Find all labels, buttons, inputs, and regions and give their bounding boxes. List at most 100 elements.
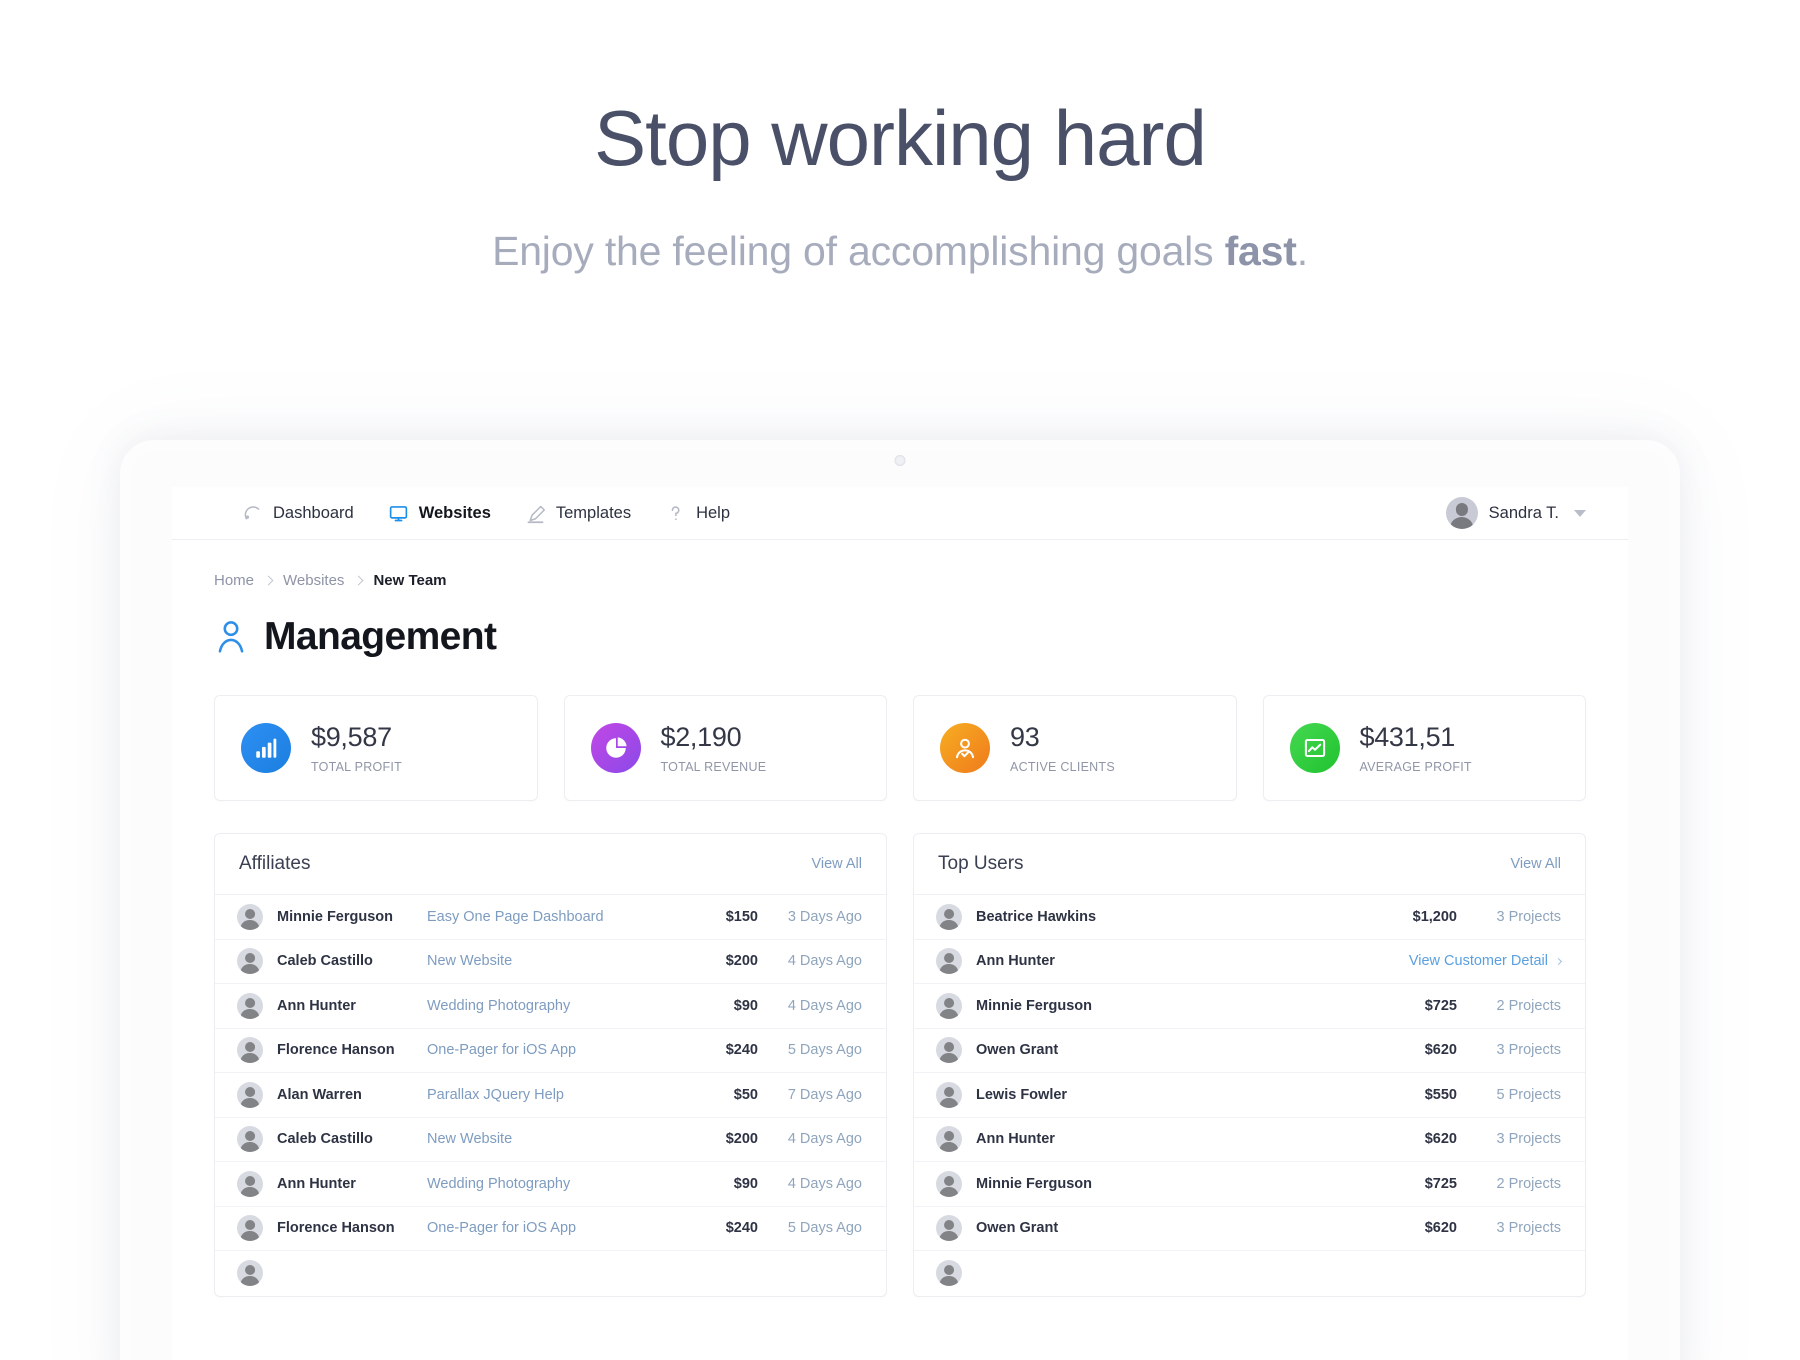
affiliate-project[interactable]: Parallax JQuery Help: [427, 1087, 694, 1103]
user-name: Beatrice Hawkins: [976, 908, 1097, 925]
stat-value: $431,51: [1359, 722, 1456, 752]
affiliate-amount: $200: [725, 1131, 758, 1148]
table-row[interactable]: Owen Grant $620 3 Projects: [914, 1207, 1585, 1251]
avatar: [936, 1260, 962, 1287]
stat-card-total-profit[interactable]: $9,587 TOTAL PROFIT: [214, 695, 538, 801]
panel-header: Top Users View All: [914, 834, 1585, 895]
stat-text: $2,190 TOTAL REVENUE: [661, 722, 767, 774]
affiliate-project[interactable]: One-Pager for iOS App: [427, 1220, 694, 1236]
affiliate-project[interactable]: New Website: [427, 1131, 694, 1147]
table-row[interactable]: Florence Hanson One-Pager for iOS App $2…: [215, 1207, 886, 1251]
avatar: [237, 1126, 263, 1153]
user-projects: 2 Projects: [1496, 1175, 1561, 1192]
avatar: [237, 992, 263, 1019]
table-row[interactable]: Minnie Ferguson $725 2 Projects: [914, 984, 1585, 1029]
affiliate-amount: $200: [725, 953, 758, 970]
user-name: Owen Grant: [976, 1042, 1059, 1059]
user-name: Ann Hunter: [976, 953, 1055, 970]
nav-item-websites[interactable]: Websites: [388, 503, 491, 524]
avatar: [936, 903, 962, 930]
breadcrumb: Home Websites New Team: [214, 572, 1586, 589]
stat-value: $2,190: [660, 722, 742, 752]
hero-subtitle-prefix: Enjoy the feeling of accomplishing goals: [492, 227, 1225, 274]
nav-label: Help: [696, 503, 731, 522]
breadcrumb-item-current: New Team: [373, 572, 447, 589]
link-label: View Customer Detail: [1408, 953, 1548, 970]
app-top-nav: Dashboard Websites Templates Help Sandra…: [172, 487, 1628, 540]
user-amount: $620: [1424, 1220, 1457, 1237]
question-icon: [665, 503, 686, 524]
avatar: [936, 1215, 962, 1242]
affiliate-date: 4 Days Ago: [787, 953, 862, 970]
stat-label: AVERAGE PROFIT: [1359, 760, 1472, 774]
affiliate-name: Ann Hunter: [277, 997, 356, 1014]
view-all-link[interactable]: View All: [811, 856, 862, 872]
table-row[interactable]: Florence Hanson One-Pager for iOS App $2…: [215, 1029, 886, 1073]
nav-label: Dashboard: [273, 503, 354, 522]
affiliate-amount: $240: [725, 1042, 758, 1059]
table-row[interactable]: Ann Hunter Wedding Photography $90 4 Day…: [215, 984, 886, 1029]
user-amount: $1,200: [1412, 908, 1457, 925]
table-row[interactable]: Ann Hunter Wedding Photography $90 4 Day…: [215, 1162, 886, 1207]
stat-card-average-profit[interactable]: $431,51 AVERAGE PROFIT: [1262, 695, 1586, 801]
affiliate-name: Caleb Castillo: [277, 1131, 373, 1148]
view-all-link[interactable]: View All: [1510, 856, 1561, 872]
breadcrumb-item-websites[interactable]: Websites: [283, 572, 344, 589]
avatar: [237, 1260, 263, 1287]
view-customer-detail-link[interactable]: View Customer Detail: [1408, 953, 1563, 970]
hero-section: Stop working hard Enjoy the feeling of a…: [0, 0, 1800, 275]
chevron-down-icon[interactable]: [1574, 509, 1586, 517]
table-row[interactable]: Ann Hunter $620 3 Projects: [914, 1118, 1585, 1162]
affiliate-amount: $150: [725, 908, 758, 925]
affiliate-project[interactable]: Wedding Photography: [427, 998, 694, 1014]
table-row[interactable]: Ann Hunter View Customer Detail: [914, 940, 1585, 984]
affiliate-project[interactable]: New Website: [427, 953, 694, 969]
stat-card-total-revenue[interactable]: $2,190 TOTAL REVENUE: [563, 695, 887, 801]
user-name: Owen Grant: [976, 1220, 1059, 1237]
tablet-screen: Dashboard Websites Templates Help Sandra…: [172, 487, 1628, 1360]
tablet-camera-dot: [894, 455, 906, 466]
affiliate-amount: $50: [733, 1086, 758, 1103]
stat-label: ACTIVE CLIENTS: [1010, 760, 1115, 774]
avatar: [936, 1170, 962, 1197]
user-name: Ann Hunter: [976, 1131, 1055, 1148]
avatar: [936, 1126, 962, 1153]
nav-items: Dashboard Websites Templates Help: [194, 503, 730, 524]
avatar: [237, 1215, 263, 1242]
affiliate-date: 5 Days Ago: [787, 1042, 862, 1059]
panel-title: Affiliates: [239, 853, 311, 874]
user-check-icon: [940, 723, 990, 773]
affiliate-date: 4 Days Ago: [787, 1175, 862, 1192]
affiliate-amount: $90: [733, 1175, 758, 1192]
table-row[interactable]: Caleb Castillo New Website $200 4 Days A…: [215, 1118, 886, 1162]
stat-card-active-clients[interactable]: 93 ACTIVE CLIENTS: [913, 695, 1237, 801]
pencil-icon: [525, 503, 546, 524]
table-row[interactable]: Minnie Ferguson Easy One Page Dashboard …: [215, 895, 886, 940]
affiliate-project[interactable]: Easy One Page Dashboard: [427, 909, 694, 925]
affiliate-project[interactable]: One-Pager for iOS App: [427, 1042, 694, 1058]
profile-menu[interactable]: Sandra T.: [1445, 497, 1602, 529]
affiliate-name: Florence Hanson: [277, 1220, 395, 1237]
table-row[interactable]: [914, 1251, 1585, 1296]
user-projects: 3 Projects: [1496, 1042, 1561, 1059]
affiliate-date: 7 Days Ago: [787, 1086, 862, 1103]
breadcrumb-item-home[interactable]: Home: [214, 572, 254, 589]
top-users-list: Beatrice Hawkins $1,200 3 Projects Ann H…: [914, 895, 1585, 1296]
table-row[interactable]: Beatrice Hawkins $1,200 3 Projects: [914, 895, 1585, 940]
table-row[interactable]: Caleb Castillo New Website $200 4 Days A…: [215, 940, 886, 984]
user-amount: $725: [1424, 997, 1457, 1014]
table-row[interactable]: Lewis Fowler $550 5 Projects: [914, 1073, 1585, 1118]
nav-item-help[interactable]: Help: [665, 503, 730, 524]
stat-label: TOTAL PROFIT: [311, 760, 402, 774]
affiliate-project[interactable]: Wedding Photography: [427, 1176, 694, 1192]
table-row[interactable]: Alan Warren Parallax JQuery Help $50 7 D…: [215, 1073, 886, 1118]
table-row[interactable]: [215, 1251, 886, 1296]
nav-item-templates[interactable]: Templates: [525, 503, 631, 524]
nav-label: Templates: [555, 503, 632, 522]
affiliate-name: Caleb Castillo: [277, 953, 373, 970]
table-row[interactable]: Owen Grant $620 3 Projects: [914, 1029, 1585, 1073]
affiliate-date: 3 Days Ago: [787, 908, 862, 925]
table-row[interactable]: Minnie Ferguson $725 2 Projects: [914, 1162, 1585, 1207]
nav-item-dashboard[interactable]: Dashboard: [242, 503, 354, 524]
user-amount: $550: [1424, 1086, 1457, 1103]
